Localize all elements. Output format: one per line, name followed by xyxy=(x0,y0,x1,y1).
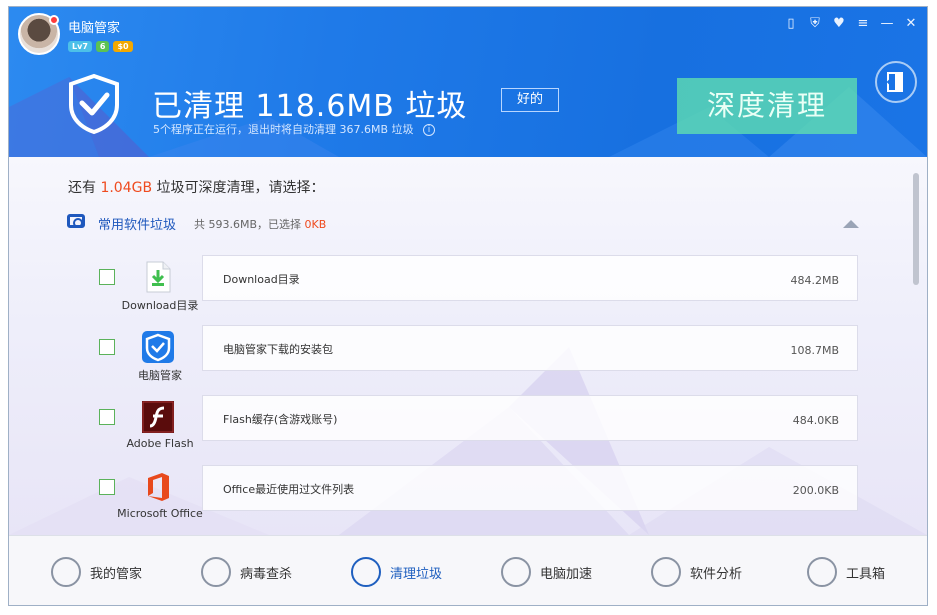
software-category-icon xyxy=(67,214,85,228)
prompt-suffix: 垃圾可深度清理，请选择： xyxy=(152,180,325,196)
content-panel: 还有 1.04GB 垃圾可深度清理，请选择： 常用软件垃圾 共 593.6MB，… xyxy=(9,157,927,535)
phone-icon[interactable]: ▯ xyxy=(783,15,799,31)
virus-scan-icon xyxy=(201,557,231,587)
vacuum-icon xyxy=(351,557,381,587)
app-label: Download目录 xyxy=(121,299,199,312)
nav-label: 我的管家 xyxy=(90,566,143,582)
item-checkbox[interactable] xyxy=(99,269,115,285)
item-size: 108.7MB xyxy=(790,344,839,357)
office-icon xyxy=(148,473,169,501)
shield-check-icon xyxy=(69,73,119,135)
app-window: 电脑管家 Lv7 6 $0 ▯ ⛨ ♥ ≡ — ✕ 已清理 118.6MB 垃圾… xyxy=(8,6,928,606)
rating-badge: 好的 xyxy=(501,88,559,112)
app-label: Adobe Flash xyxy=(126,437,194,450)
item-name: 电脑管家下载的安装包 xyxy=(223,343,333,356)
list-item: 电脑管家 电脑管家下载的安装包 108.7MB xyxy=(9,325,869,393)
item-name: Download目录 xyxy=(223,273,300,286)
analysis-icon xyxy=(651,557,681,587)
shield-alert-icon[interactable]: ⛨ xyxy=(807,15,823,31)
item-card[interactable]: 电脑管家下载的安装包 108.7MB xyxy=(202,325,858,371)
pc-manager-icon xyxy=(142,331,174,363)
item-name: Office最近使用过文件列表 xyxy=(223,483,355,496)
prompt-size: 1.04GB xyxy=(100,180,153,196)
exit-icon[interactable] xyxy=(875,61,917,103)
nav-speed-up[interactable]: 电脑加速 xyxy=(501,536,593,605)
toolbox-icon xyxy=(807,557,837,587)
prompt-prefix: 还有 xyxy=(68,180,101,196)
flash-icon xyxy=(142,401,174,433)
user-badges: Lv7 6 $0 xyxy=(68,41,133,52)
coin-badge[interactable]: $0 xyxy=(113,41,133,52)
nav-label: 软件分析 xyxy=(690,566,743,582)
skin-shirt-icon[interactable]: ♥ xyxy=(831,15,847,31)
app-label: Microsoft Office xyxy=(117,507,203,520)
list-item: Adobe Flash Flash缓存(含游戏账号) 484.0KB xyxy=(9,395,869,463)
vip-badge[interactable]: 6 xyxy=(95,41,110,52)
level-badge[interactable]: Lv7 xyxy=(68,41,92,52)
download-folder-icon xyxy=(146,261,171,293)
app-title: 电脑管家 xyxy=(68,21,121,36)
category-selected: 0KB xyxy=(304,218,327,231)
item-size: 484.2MB xyxy=(790,274,839,287)
scrollbar-thumb[interactable] xyxy=(913,173,919,285)
nav-clean-junk[interactable]: 清理垃圾 xyxy=(351,536,443,605)
minimize-icon[interactable]: — xyxy=(879,15,895,31)
item-size: 484.0KB xyxy=(792,414,839,427)
category-total: 共 593.6MB，已选择 xyxy=(194,218,305,231)
menu-icon[interactable]: ≡ xyxy=(855,15,871,31)
list-item: Download目录 Download目录 484.2MB xyxy=(9,255,869,323)
nav-my-butler[interactable]: 我的管家 xyxy=(51,536,143,605)
deep-clean-button[interactable]: 深度清理 xyxy=(677,78,857,134)
list-item: Microsoft Office Office最近使用过文件列表 200.0KB xyxy=(9,465,869,533)
main-title: 已清理 118.6MB 垃圾 xyxy=(152,89,468,124)
rocket-icon xyxy=(501,557,531,587)
item-card[interactable]: Download目录 484.2MB xyxy=(202,255,858,301)
info-icon[interactable]: i xyxy=(423,124,436,136)
nav-label: 清理垃圾 xyxy=(390,566,443,582)
item-checkbox[interactable] xyxy=(99,409,115,425)
nav-virus-scan[interactable]: 病毒查杀 xyxy=(201,536,293,605)
category-summary: 共 593.6MB，已选择 0KB xyxy=(194,216,326,232)
item-name: Flash缓存(含游戏账号) xyxy=(223,413,338,426)
butler-icon xyxy=(51,557,81,587)
nav-label: 工具箱 xyxy=(846,566,886,582)
nav-software-analysis[interactable]: 软件分析 xyxy=(651,536,743,605)
item-checkbox[interactable] xyxy=(99,479,115,495)
status-subline: 5个程序正在运行，退出时将自动清理 367.6MB 垃圾 i xyxy=(153,121,436,137)
nav-label: 病毒查杀 xyxy=(240,566,293,582)
app-label: 电脑管家 xyxy=(138,369,182,382)
nav-label: 电脑加速 xyxy=(540,566,593,582)
collapse-arrow-icon[interactable] xyxy=(843,220,859,228)
header-banner: 电脑管家 Lv7 6 $0 ▯ ⛨ ♥ ≡ — ✕ 已清理 118.6MB 垃圾… xyxy=(9,7,927,157)
window-controls: ▯ ⛨ ♥ ≡ — ✕ xyxy=(783,15,919,31)
category-name: 常用软件垃圾 xyxy=(98,218,177,233)
notification-dot xyxy=(49,15,59,25)
nav-toolbox[interactable]: 工具箱 xyxy=(807,536,886,605)
close-icon[interactable]: ✕ xyxy=(903,15,919,31)
item-checkbox[interactable] xyxy=(99,339,115,355)
item-card[interactable]: Flash缓存(含游戏账号) 484.0KB xyxy=(202,395,858,441)
category-header[interactable]: 常用软件垃圾 共 593.6MB，已选择 0KB xyxy=(67,212,867,233)
item-size: 200.0KB xyxy=(792,484,839,497)
item-card[interactable]: Office最近使用过文件列表 200.0KB xyxy=(202,465,858,511)
bottom-nav: 我的管家 病毒查杀 清理垃圾 电脑加速 软件分析 工具箱 xyxy=(9,535,927,605)
deep-clean-prompt: 还有 1.04GB 垃圾可深度清理，请选择： xyxy=(68,177,325,197)
status-text: 5个程序正在运行，退出时将自动清理 367.6MB 垃圾 xyxy=(153,123,414,136)
